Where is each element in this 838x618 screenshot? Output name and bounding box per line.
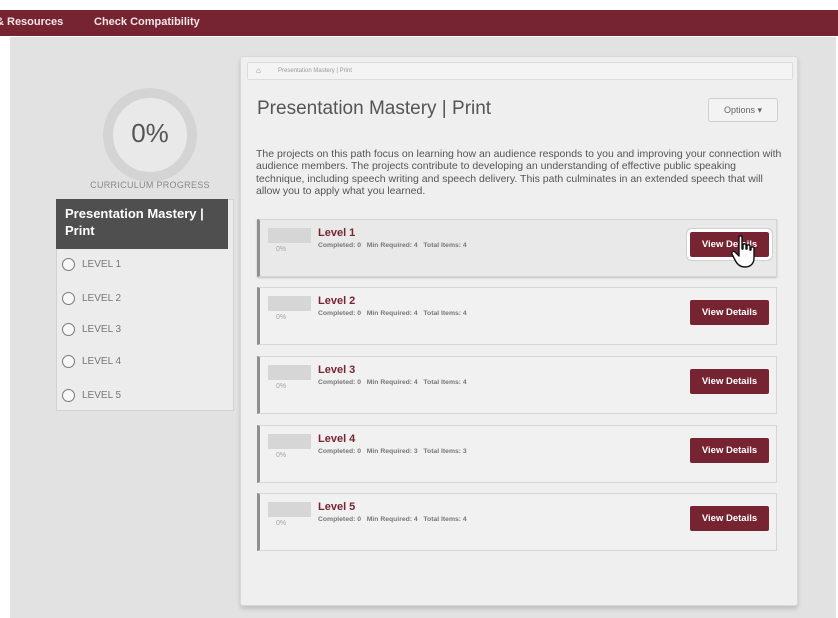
level-completed: Completed: 0 — [318, 310, 362, 317]
sidebar-item-label: LEVEL 5 — [82, 389, 122, 401]
nav-item-resources[interactable]: & Resources — [0, 16, 63, 28]
hand-cursor-icon — [731, 235, 755, 268]
radio-circle-icon — [62, 322, 75, 336]
breadcrumb-current: Presentation Mastery | Print — [278, 68, 352, 74]
sidebar-item-level-5[interactable]: LEVEL 5 — [62, 386, 121, 404]
sidebar-item-level-1[interactable]: LEVEL 1 — [62, 255, 121, 273]
path-description: The projects on this path focus on learn… — [256, 148, 782, 198]
home-icon[interactable]: ⌂ — [256, 63, 261, 79]
options-dropdown-button[interactable]: Options ▾ — [708, 98, 778, 122]
level-card-1: 0% Level 1 Completed: 0 Min Required: 4 … — [257, 219, 777, 277]
level-min-required: Min Required: 3 — [366, 448, 418, 455]
level-total-items: Total Items: 4 — [423, 310, 467, 317]
level-stats: Completed: 0 Min Required: 4 Total Items… — [318, 242, 467, 249]
radio-circle-icon — [62, 257, 75, 271]
sidebar-path-title[interactable]: Presentation Mastery | Print — [56, 199, 228, 249]
caret-down-icon: ▾ — [757, 105, 763, 115]
level-completed: Completed: 0 — [318, 379, 362, 386]
nav-item-check-compatibility[interactable]: Check Compatibility — [94, 16, 200, 28]
radio-circle-icon — [62, 291, 75, 305]
level-progress-percent: 0% — [276, 452, 287, 459]
level-stats: Completed: 0 Min Required: 4 Total Items… — [318, 310, 467, 317]
level-progress-bar — [268, 365, 311, 380]
level-stats: Completed: 0 Min Required: 4 Total Items… — [318, 379, 467, 386]
level-total-items: Total Items: 3 — [423, 448, 467, 455]
level-progress-bar — [268, 434, 311, 449]
sidebar-item-label: LEVEL 1 — [82, 258, 122, 270]
level-title: Level 3 — [318, 364, 356, 376]
level-progress-percent: 0% — [276, 520, 287, 527]
view-details-button-level-3[interactable]: View Details — [690, 369, 769, 394]
level-completed: Completed: 0 — [318, 242, 362, 249]
level-progress-percent: 0% — [276, 383, 287, 390]
top-nav-bar: & Resources Check Compatibility — [0, 10, 838, 36]
radio-circle-icon — [62, 354, 75, 368]
view-details-button-level-5[interactable]: View Details — [690, 506, 769, 531]
level-progress-bar — [268, 296, 311, 311]
sidebar-item-label: LEVEL 3 — [82, 323, 122, 335]
level-title: Level 1 — [318, 227, 356, 239]
level-progress-percent: 0% — [276, 314, 287, 321]
level-stats: Completed: 0 Min Required: 3 Total Items… — [318, 448, 467, 455]
sidebar-item-level-2[interactable]: LEVEL 2 — [62, 289, 121, 307]
breadcrumb: ⌂ Presentation Mastery | Print — [247, 62, 793, 80]
level-progress-percent: 0% — [276, 246, 287, 253]
level-min-required: Min Required: 4 — [366, 516, 418, 523]
level-completed: Completed: 0 — [318, 448, 362, 455]
level-card-4: 0% Level 4 Completed: 0 Min Required: 3 … — [257, 425, 777, 483]
level-title: Level 5 — [318, 501, 356, 513]
level-min-required: Min Required: 4 — [366, 242, 418, 249]
sidebar-item-level-3[interactable]: LEVEL 3 — [62, 320, 121, 338]
sidebar-item-label: LEVEL 4 — [82, 355, 122, 367]
level-progress-bar — [268, 502, 311, 517]
view-details-button-level-2[interactable]: View Details — [690, 300, 769, 325]
level-title: Level 2 — [318, 295, 356, 307]
level-card-3: 0% Level 3 Completed: 0 Min Required: 4 … — [257, 356, 777, 414]
level-min-required: Min Required: 4 — [366, 379, 418, 386]
curriculum-progress-label: CURRICULUM PROGRESS — [90, 180, 210, 190]
level-total-items: Total Items: 4 — [423, 516, 467, 523]
level-progress-bar — [268, 228, 311, 243]
sidebar-item-label: LEVEL 2 — [82, 292, 122, 304]
level-stats: Completed: 0 Min Required: 4 Total Items… — [318, 516, 467, 523]
level-completed: Completed: 0 — [318, 516, 362, 523]
radio-circle-icon — [62, 388, 75, 402]
level-card-2: 0% Level 2 Completed: 0 Min Required: 4 … — [257, 287, 777, 345]
level-card-5: 0% Level 5 Completed: 0 Min Required: 4 … — [257, 493, 777, 551]
page-title: Presentation Mastery | Print — [257, 98, 492, 119]
curriculum-progress-percent: 0% — [131, 118, 169, 148]
level-min-required: Min Required: 4 — [366, 310, 418, 317]
level-title: Level 4 — [318, 433, 356, 445]
options-label: Options — [723, 105, 755, 115]
level-total-items: Total Items: 4 — [423, 379, 467, 386]
view-details-button-level-4[interactable]: View Details — [690, 438, 769, 463]
level-total-items: Total Items: 4 — [423, 242, 467, 249]
sidebar-item-level-4[interactable]: LEVEL 4 — [62, 352, 121, 370]
